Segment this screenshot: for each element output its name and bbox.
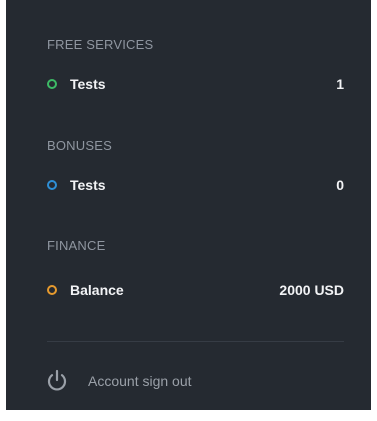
row-left-group: Tests <box>47 177 106 193</box>
account-menu-panel: FREE SERVICES Tests 1 BONUSES Tests 0 FI… <box>6 0 371 410</box>
section-title-bonuses: BONUSES <box>47 138 112 153</box>
row-value: 1 <box>336 76 344 92</box>
row-label: Tests <box>70 177 106 193</box>
sign-out-label: Account sign out <box>88 373 192 389</box>
row-label: Tests <box>70 76 106 92</box>
row-left-group: Balance <box>47 282 124 298</box>
divider <box>47 341 344 342</box>
row-label: Balance <box>70 282 124 298</box>
status-dot-icon <box>47 180 57 190</box>
row-value: 0 <box>336 177 344 193</box>
row-value: 2000 USD <box>279 282 344 298</box>
section-title-finance: FINANCE <box>47 238 106 253</box>
row-left-group: Tests <box>47 76 106 92</box>
status-dot-icon <box>47 285 57 295</box>
account-sign-out-button[interactable]: Account sign out <box>46 369 192 393</box>
section-title-free-services: FREE SERVICES <box>47 37 154 52</box>
finance-balance-row[interactable]: Balance 2000 USD <box>47 281 344 299</box>
status-dot-icon <box>47 79 57 89</box>
bonuses-tests-row[interactable]: Tests 0 <box>47 176 344 194</box>
free-services-tests-row[interactable]: Tests 1 <box>47 75 344 93</box>
power-icon <box>47 369 67 391</box>
